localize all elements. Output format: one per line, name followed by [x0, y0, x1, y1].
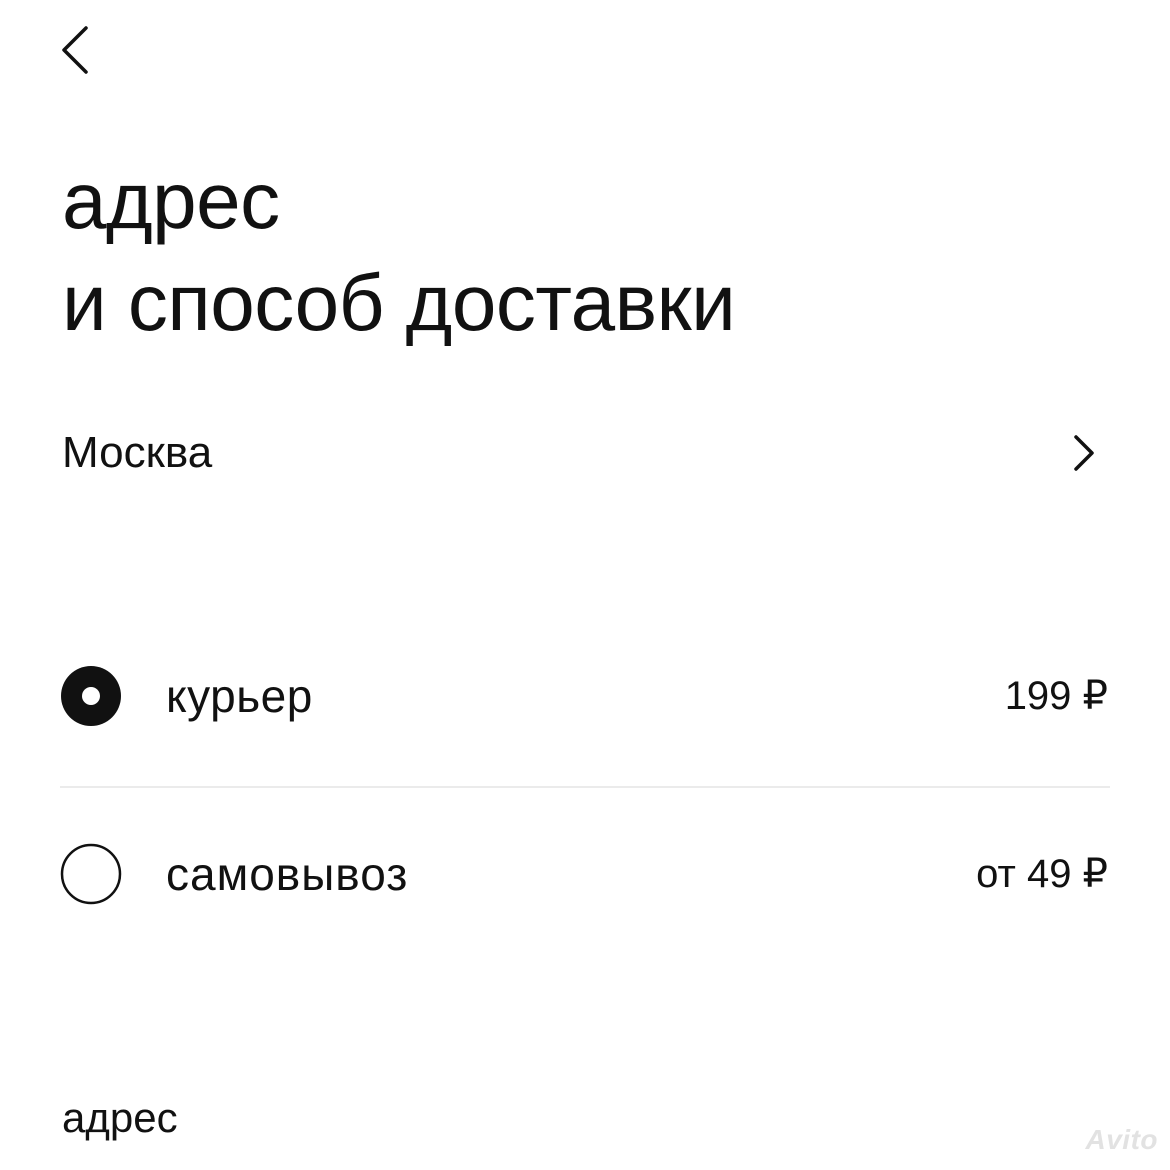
- radio-unselected-icon[interactable]: [60, 843, 122, 905]
- page-title-line-2: и способ доставки: [62, 258, 736, 347]
- chevron-left-icon: [62, 26, 88, 74]
- radio-selected-icon[interactable]: [60, 665, 122, 727]
- delivery-option-price: 199 ₽: [1004, 674, 1108, 718]
- delivery-option-label: самовывоз: [166, 848, 409, 900]
- city-name: Москва: [62, 428, 213, 477]
- address-section-label: адрес: [62, 1094, 178, 1141]
- avito-watermark: Avito: [1085, 1124, 1158, 1155]
- page-title: адрес и способ доставки: [62, 150, 1102, 354]
- chevron-right-icon: [1074, 435, 1094, 471]
- city-selector[interactable]: Москва: [62, 420, 1110, 486]
- divider: [60, 786, 1110, 788]
- back-button[interactable]: [48, 18, 108, 82]
- delivery-option-price: от 49 ₽: [976, 852, 1108, 896]
- delivery-option-courier[interactable]: курьер 199 ₽: [60, 656, 1110, 736]
- page-title-line-1: адрес: [62, 156, 280, 245]
- delivery-option-label: курьер: [166, 670, 313, 722]
- delivery-option-pickup[interactable]: самовывоз от 49 ₽: [60, 834, 1110, 914]
